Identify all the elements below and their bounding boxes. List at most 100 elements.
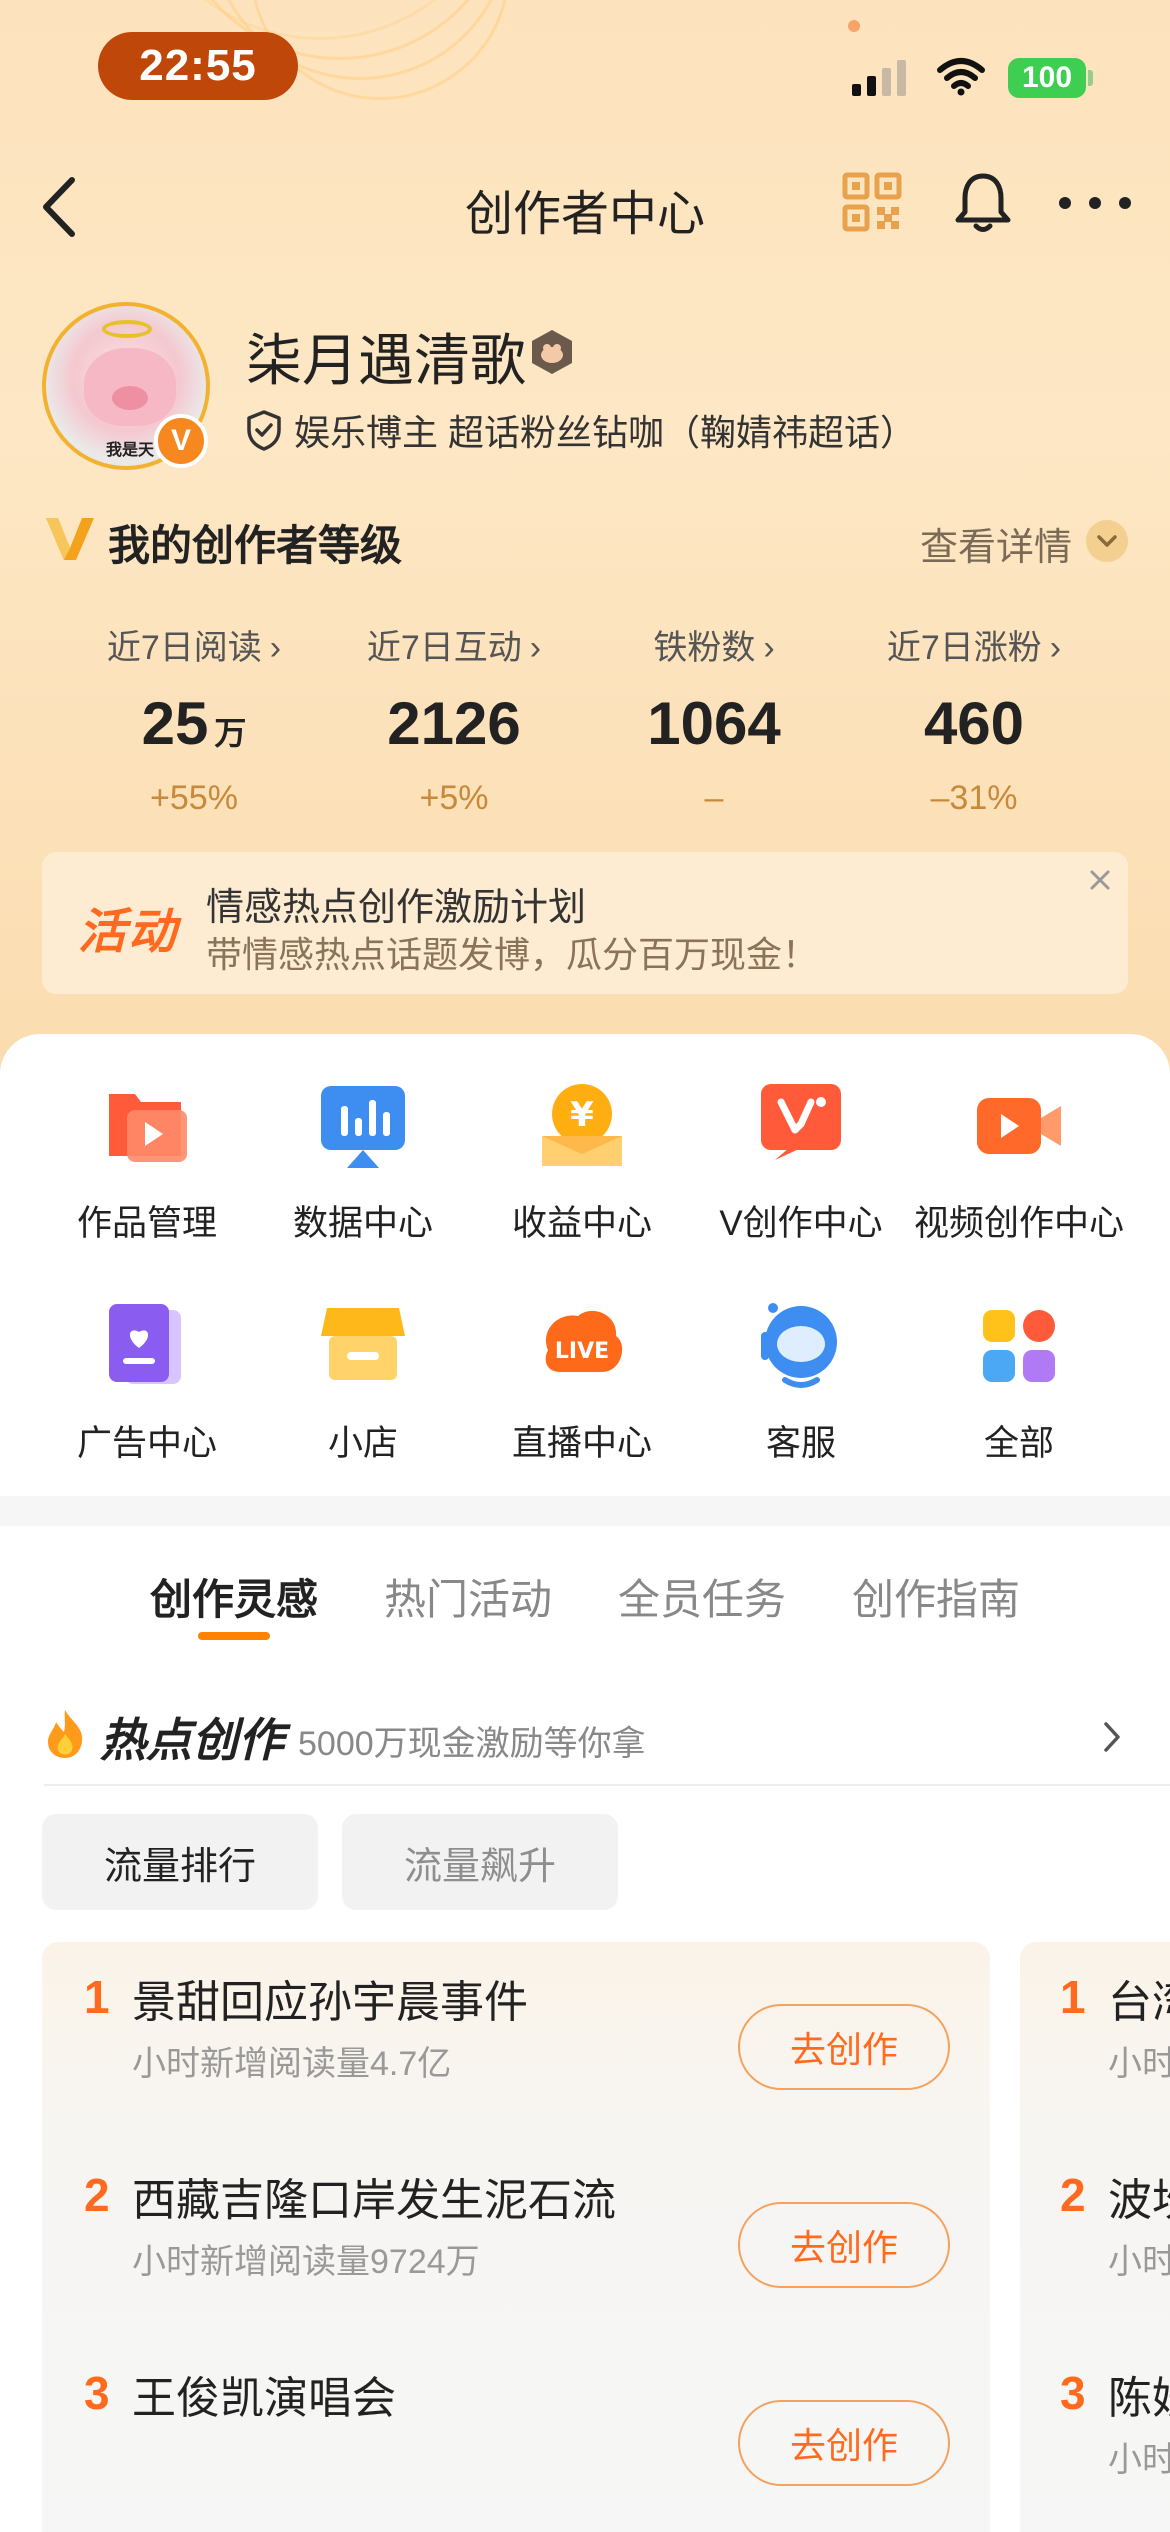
go-create-button[interactable]: 去创作 bbox=[738, 2202, 950, 2288]
rank-title: 西藏吉隆口岸发生泥石流 bbox=[132, 2176, 616, 2225]
grid-item-data[interactable]: 数据中心 bbox=[246, 1080, 480, 1246]
stat-change: +55% bbox=[150, 779, 238, 817]
grid-item-shop[interactable]: 小店 bbox=[246, 1300, 480, 1466]
qr-code-icon[interactable] bbox=[842, 172, 902, 232]
ad-book-icon bbox=[109, 1304, 181, 1384]
back-arrow-icon[interactable] bbox=[30, 172, 90, 242]
stat-label: 铁粉数 › bbox=[584, 620, 844, 669]
rank-number: 1 bbox=[1060, 1971, 1086, 2023]
activity-banner[interactable]: 活动 情感热点创作激励计划 带情感热点话题发博，瓜分百万现金！ bbox=[42, 852, 1128, 994]
chevron-right-icon: › bbox=[763, 629, 775, 667]
ranking-item: 3 陈妍 小时 bbox=[1020, 2338, 1170, 2518]
ranking-item[interactable]: 1 景甜回应孙宇晨事件 小时新增阅读量4.7亿 去创作 bbox=[42, 1942, 990, 2122]
grid-label: 广告中心 bbox=[76, 1424, 217, 1463]
stat-label: 近7日阅读 › bbox=[64, 620, 324, 669]
level-medal-icon[interactable] bbox=[528, 328, 576, 376]
ranking-card-next[interactable]: 1 台湾 小时 2 波坎 小时 3 陈妍 小时 bbox=[1020, 1942, 1170, 2532]
hot-creation-row[interactable]: 热点创作 5000万现金激励等你拿 bbox=[44, 1690, 1128, 1784]
stat-label-text: 近7日涨粉 bbox=[886, 629, 1042, 667]
tools-grid: 作品管理 数据中心 ¥ 收益中心 V创作中心 视频创作中心 广告中心 小店 LI… bbox=[0, 1034, 1170, 1496]
income-coin-icon: ¥ bbox=[542, 1084, 622, 1166]
grid-label: 小店 bbox=[327, 1424, 398, 1463]
grid-item-live[interactable]: LIVE 直播中心 bbox=[465, 1300, 699, 1466]
go-create-button[interactable]: 去创作 bbox=[738, 2004, 950, 2090]
ranking-item: 2 波坎 小时 bbox=[1020, 2140, 1170, 2320]
stat-value: 2126 bbox=[324, 687, 584, 761]
ranking-item[interactable]: 2 西藏吉隆口岸发生泥石流 小时新增阅读量9724万 去创作 bbox=[42, 2140, 990, 2320]
bell-icon[interactable] bbox=[952, 170, 1014, 236]
grid-label: 作品管理 bbox=[76, 1204, 217, 1243]
stat-change: – bbox=[704, 779, 724, 817]
grid-item-customer-service[interactable]: 客服 bbox=[684, 1300, 918, 1466]
filter-traffic-ranking[interactable]: 流量排行 bbox=[42, 1814, 318, 1910]
fire-icon bbox=[48, 1710, 83, 1758]
verified-v-badge: V bbox=[154, 414, 208, 468]
tab-all-tasks[interactable]: 全员任务 bbox=[618, 1566, 786, 1627]
stat-change: –31% bbox=[930, 779, 1018, 817]
stat-iron-fans[interactable]: 铁粉数 › 1064 – bbox=[584, 620, 844, 818]
verification-text: 娱乐博主 超话粉丝钻咖（鞠婧祎超话） bbox=[294, 412, 917, 453]
stat-value: 460 bbox=[844, 687, 1104, 761]
rank-title: 王俊凯演唱会 bbox=[132, 2374, 396, 2423]
grid-label: 收益中心 bbox=[511, 1204, 652, 1243]
banner-title: 情感热点创作激励计划 bbox=[206, 887, 587, 929]
rank-title: 景甜回应孙宇晨事件 bbox=[132, 1978, 528, 2027]
grid-label: V创作中心 bbox=[719, 1204, 883, 1243]
grid-item-ads[interactable]: 广告中心 bbox=[30, 1300, 264, 1466]
filter-traffic-surge[interactable]: 流量飙升 bbox=[342, 1814, 618, 1910]
rank-title: 台湾 bbox=[1108, 1978, 1170, 2027]
stat-label-text: 近7日互动 bbox=[366, 629, 522, 667]
rank-subtitle: 小时新增阅读量9724万 bbox=[132, 2243, 480, 2281]
video-camera-icon bbox=[977, 1098, 1061, 1154]
grid-item-video[interactable]: 视频创作中心 bbox=[902, 1080, 1136, 1246]
close-icon[interactable] bbox=[1072, 852, 1128, 908]
ranking-card: 1 景甜回应孙宇晨事件 小时新增阅读量4.7亿 去创作 2 西藏吉隆口岸发生泥石… bbox=[42, 1942, 990, 2532]
avatar-caption: 我是天 bbox=[106, 442, 155, 459]
active-tab-indicator bbox=[198, 1632, 270, 1640]
creator-level-title: 我的创作者等级 bbox=[108, 522, 403, 569]
rank-number: 2 bbox=[1060, 2169, 1086, 2221]
svg-text:¥: ¥ bbox=[570, 1095, 594, 1135]
ranking-item[interactable]: 3 王俊凯演唱会 去创作 bbox=[42, 2338, 990, 2518]
stat-value: 25 万 bbox=[64, 687, 324, 761]
battery-tip bbox=[1088, 70, 1093, 86]
ranking-item: 1 台湾 小时 bbox=[1020, 1942, 1170, 2122]
grid-label: 直播中心 bbox=[511, 1424, 652, 1463]
tab-guide[interactable]: 创作指南 bbox=[852, 1566, 1020, 1627]
profile-name[interactable]: 柒月遇清歌 bbox=[246, 316, 526, 397]
more-options-icon[interactable] bbox=[1058, 196, 1132, 210]
svg-text:LIVE: LIVE bbox=[555, 1339, 609, 1364]
all-apps-icon bbox=[983, 1310, 1055, 1382]
chevron-down-icon[interactable] bbox=[1086, 520, 1128, 562]
stat-weekly-interactions[interactable]: 近7日互动 › 2126 +5% bbox=[324, 620, 584, 818]
rank-subtitle: 小时 bbox=[1108, 2045, 1170, 2083]
stat-value-number: 1064 bbox=[647, 690, 781, 757]
hot-creation-title: 热点创作 bbox=[100, 1714, 284, 1766]
stat-value-number: 2126 bbox=[387, 690, 521, 757]
stat-weekly-reads[interactable]: 近7日阅读 › 25 万 +55% bbox=[64, 620, 324, 818]
banner-subtitle: 带情感热点话题发博，瓜分百万现金！ bbox=[206, 934, 819, 975]
stat-label: 近7日互动 › bbox=[324, 620, 584, 669]
go-create-button[interactable]: 去创作 bbox=[738, 2400, 950, 2486]
tab-inspiration[interactable]: 创作灵感 bbox=[150, 1566, 318, 1627]
rank-number: 3 bbox=[1060, 2367, 1086, 2419]
verification-line[interactable]: 娱乐博主 超话粉丝钻咖（鞠婧祎超话） bbox=[244, 404, 916, 456]
grid-item-works[interactable]: 作品管理 bbox=[30, 1080, 264, 1246]
grid-item-all[interactable]: 全部 bbox=[902, 1300, 1136, 1466]
shop-icon bbox=[321, 1308, 405, 1380]
stat-weekly-new-fans[interactable]: 近7日涨粉 › 460 –31% bbox=[844, 620, 1104, 818]
privacy-indicator-icon bbox=[848, 20, 860, 32]
stat-label-text: 近7日阅读 bbox=[106, 629, 262, 667]
tab-hot-activities[interactable]: 热门活动 bbox=[384, 1566, 552, 1627]
status-time: 22:55 bbox=[98, 32, 298, 100]
view-details-link[interactable]: 查看详情 bbox=[920, 516, 1072, 571]
grid-item-income[interactable]: ¥ 收益中心 bbox=[465, 1080, 699, 1246]
banner-tag: 活动 bbox=[78, 906, 179, 959]
data-chart-icon bbox=[321, 1086, 405, 1168]
creator-v-icon bbox=[46, 518, 94, 560]
live-icon: LIVE bbox=[545, 1310, 623, 1372]
grid-item-v-creator[interactable]: V创作中心 bbox=[684, 1080, 918, 1246]
stat-label: 近7日涨粉 › bbox=[844, 620, 1104, 669]
rank-subtitle: 小时 bbox=[1108, 2441, 1170, 2479]
battery-icon: 100 bbox=[1008, 58, 1086, 98]
